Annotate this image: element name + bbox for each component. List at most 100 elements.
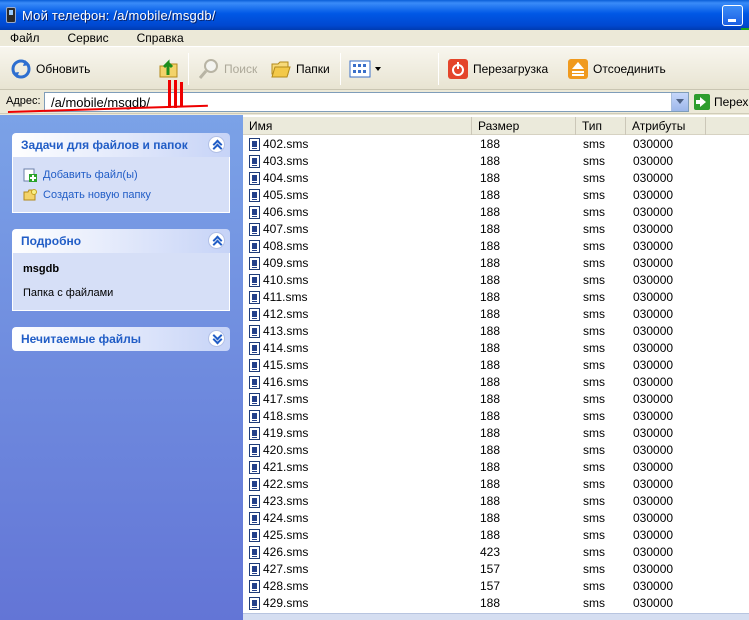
- collapse-icon[interactable]: [208, 232, 225, 249]
- file-row[interactable]: 425.sms 188 sms 030000: [243, 527, 749, 544]
- file-type: sms: [583, 443, 605, 457]
- file-row[interactable]: 406.sms 188 sms 030000: [243, 204, 749, 221]
- file-row[interactable]: 408.sms 188 sms 030000: [243, 238, 749, 255]
- views-button[interactable]: [349, 47, 381, 91]
- search-button[interactable]: Поиск: [198, 47, 257, 91]
- file-row[interactable]: 417.sms 188 sms 030000: [243, 391, 749, 408]
- details-panel: Подробно msgdb Папка с файлами: [12, 229, 230, 311]
- file-row[interactable]: 415.sms 188 sms 030000: [243, 357, 749, 374]
- unreadable-panel-header[interactable]: Нечитаемые файлы: [12, 327, 230, 351]
- dropdown-arrow-icon: [375, 67, 381, 71]
- file-name: 408.sms: [263, 239, 309, 253]
- file-row[interactable]: 418.sms 188 sms 030000: [243, 408, 749, 425]
- file-row[interactable]: 405.sms 188 sms 030000: [243, 187, 749, 204]
- title-bar[interactable]: Мой телефон: /a/mobile/msgdb/: [0, 0, 749, 30]
- file-row[interactable]: 424.sms 188 sms 030000: [243, 510, 749, 527]
- file-row[interactable]: 403.sms 188 sms 030000: [243, 153, 749, 170]
- unreadable-panel: Нечитаемые файлы: [12, 327, 230, 351]
- menu-file[interactable]: Файл: [8, 31, 42, 45]
- sms-file-icon: [249, 427, 260, 440]
- file-size: 188: [480, 341, 501, 355]
- file-type: sms: [583, 528, 605, 542]
- disconnect-button[interactable]: Отсоединить: [567, 47, 666, 91]
- file-type: sms: [583, 154, 605, 168]
- file-row[interactable]: 426.sms 423 sms 030000: [243, 544, 749, 561]
- file-size: 188: [480, 375, 501, 389]
- file-row[interactable]: 402.sms 188 sms 030000: [243, 136, 749, 153]
- tasks-panel-title: Задачи для файлов и папок: [21, 138, 188, 152]
- file-attributes: 030000: [633, 341, 674, 355]
- file-row[interactable]: 423.sms 188 sms 030000: [243, 493, 749, 510]
- go-label: Перех: [714, 95, 749, 109]
- file-type: sms: [583, 324, 605, 338]
- menu-service[interactable]: Сервис: [66, 31, 111, 45]
- file-type: sms: [583, 358, 605, 372]
- sms-file-icon: [249, 274, 260, 287]
- file-type: sms: [583, 171, 605, 185]
- file-row[interactable]: 416.sms 188 sms 030000: [243, 374, 749, 391]
- refresh-icon: [10, 58, 32, 80]
- sms-file-icon: [249, 206, 260, 219]
- file-attributes: 030000: [633, 443, 674, 457]
- column-attributes[interactable]: Атрибуты: [626, 117, 706, 135]
- file-type: sms: [583, 205, 605, 219]
- file-name: 414.sms: [263, 341, 309, 355]
- file-type: sms: [583, 239, 605, 253]
- create-folder-label: Создать новую папку: [43, 189, 151, 201]
- file-row[interactable]: 421.sms 188 sms 030000: [243, 459, 749, 476]
- file-row[interactable]: 428.sms 157 sms 030000: [243, 578, 749, 595]
- file-size: 157: [480, 562, 501, 576]
- file-row[interactable]: 407.sms 188 sms 030000: [243, 221, 749, 238]
- file-row[interactable]: 419.sms 188 sms 030000: [243, 425, 749, 442]
- file-name: 402.sms: [263, 137, 309, 151]
- collapse-icon[interactable]: [208, 136, 225, 153]
- file-row[interactable]: 409.sms 188 sms 030000: [243, 255, 749, 272]
- file-row[interactable]: 422.sms 188 sms 030000: [243, 476, 749, 493]
- sms-file-icon: [249, 359, 260, 372]
- sms-file-icon: [249, 257, 260, 270]
- file-attributes: 030000: [633, 137, 674, 151]
- restart-button[interactable]: Перезагрузка: [447, 47, 548, 91]
- file-name: 428.sms: [263, 579, 309, 593]
- folders-button[interactable]: Папки: [270, 47, 330, 91]
- file-size: 188: [480, 460, 501, 474]
- refresh-button[interactable]: Обновить: [10, 47, 90, 91]
- column-type[interactable]: Тип: [576, 117, 626, 135]
- file-name: 422.sms: [263, 477, 309, 491]
- file-attributes: 030000: [633, 171, 674, 185]
- file-size: 188: [480, 171, 501, 185]
- file-row[interactable]: 420.sms 188 sms 030000: [243, 442, 749, 459]
- create-folder-link[interactable]: Создать новую папку: [23, 185, 219, 205]
- file-type: sms: [583, 341, 605, 355]
- file-row[interactable]: 411.sms 188 sms 030000: [243, 289, 749, 306]
- file-row[interactable]: 412.sms 188 sms 030000: [243, 306, 749, 323]
- sms-file-icon: [249, 342, 260, 355]
- file-attributes: 030000: [633, 494, 674, 508]
- go-arrow-icon: [694, 94, 710, 110]
- file-row[interactable]: 410.sms 188 sms 030000: [243, 272, 749, 289]
- sms-file-icon: [249, 240, 260, 253]
- file-row[interactable]: 429.sms 188 sms 030000: [243, 595, 749, 612]
- add-files-link[interactable]: Добавить файл(ы): [23, 165, 219, 185]
- scrollbar[interactable]: [243, 613, 749, 620]
- column-name[interactable]: Имя: [243, 117, 472, 135]
- views-icon: [349, 58, 371, 80]
- expand-icon[interactable]: [208, 330, 225, 347]
- menu-help[interactable]: Справка: [135, 31, 186, 45]
- file-attributes: 030000: [633, 239, 674, 253]
- folder-name: msgdb: [23, 263, 60, 275]
- search-icon: [198, 58, 220, 80]
- file-row[interactable]: 414.sms 188 sms 030000: [243, 340, 749, 357]
- tasks-panel-header[interactable]: Задачи для файлов и папок: [12, 133, 230, 157]
- minimize-button[interactable]: [722, 5, 743, 26]
- file-row[interactable]: 404.sms 188 sms 030000: [243, 170, 749, 187]
- file-name: 429.sms: [263, 596, 309, 610]
- file-row[interactable]: 413.sms 188 sms 030000: [243, 323, 749, 340]
- address-dropdown-button[interactable]: [671, 93, 688, 111]
- folders-icon: [270, 58, 292, 80]
- sms-file-icon: [249, 393, 260, 406]
- column-size[interactable]: Размер: [472, 117, 576, 135]
- go-button[interactable]: Перех: [694, 92, 748, 112]
- details-panel-header[interactable]: Подробно: [12, 229, 230, 253]
- file-row[interactable]: 427.sms 157 sms 030000: [243, 561, 749, 578]
